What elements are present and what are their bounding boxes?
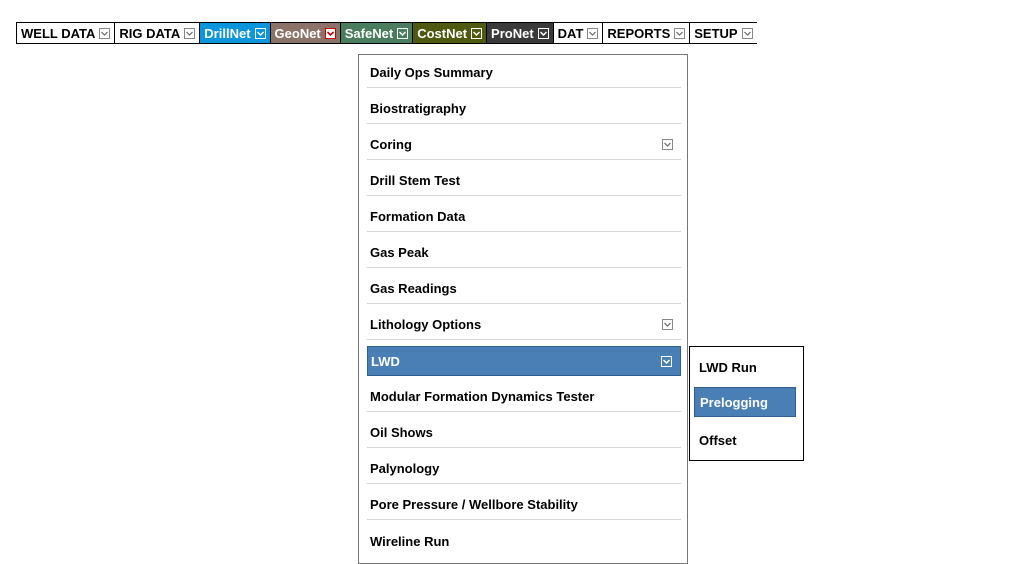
tab-pronet-label: ProNet (491, 25, 534, 41)
tab-geonet-label: GeoNet (274, 25, 321, 41)
chevron-down-icon[interactable] (662, 139, 673, 150)
chevron-down-icon[interactable] (741, 27, 753, 39)
tab-costnet[interactable]: CostNet (413, 23, 488, 43)
tab-dat[interactable]: DAT (554, 23, 604, 43)
tab-drillnet[interactable]: DrillNet (200, 23, 271, 43)
menu-item-label: Palynology (370, 461, 440, 476)
tab-costnet-label: CostNet (417, 25, 468, 41)
menu-item-label: LWD (371, 353, 400, 369)
menu-item-label: Gas Peak (370, 245, 429, 260)
submenu-item-offset[interactable]: Offset (694, 425, 796, 455)
submenu-item-prelogging[interactable]: Prelogging (694, 387, 796, 417)
menu-item-daily-ops-summary[interactable]: Daily Ops Summary (367, 58, 681, 88)
submenu-item-lwd-run[interactable]: LWD Run (694, 352, 796, 382)
chevron-down-icon[interactable] (537, 27, 549, 39)
chevron-down-icon[interactable] (99, 27, 111, 39)
tab-safenet-label: SafeNet (344, 25, 394, 41)
menu-item-lwd[interactable]: LWD (367, 346, 681, 376)
chevron-down-icon[interactable] (662, 319, 673, 330)
tab-setup-label: SETUP (694, 25, 738, 41)
menu-item-label: Formation Data (370, 209, 466, 224)
chevron-down-icon[interactable] (674, 27, 686, 39)
geonet-dropdown-menu: Daily Ops Summary Biostratigraphy Coring… (358, 54, 688, 564)
tab-geonet[interactable]: GeoNet (270, 23, 341, 43)
menu-item-label: Drill Stem Test (370, 173, 461, 188)
menu-item-label: Daily Ops Summary (370, 65, 493, 80)
menu-item-gas-peak[interactable]: Gas Peak (367, 238, 681, 268)
tab-drillnet-label: DrillNet (204, 25, 251, 41)
tab-rig-data-label: RIG DATA (119, 25, 181, 41)
submenu-item-label: Prelogging (700, 394, 768, 410)
menu-item-lithology-options[interactable]: Lithology Options (367, 310, 681, 340)
tab-reports[interactable]: REPORTS (603, 23, 691, 43)
menu-item-label: Lithology Options (370, 317, 482, 332)
menu-item-label: Coring (370, 137, 412, 152)
tab-well-data-label: WELL DATA (21, 25, 96, 41)
menu-item-biostratigraphy[interactable]: Biostratigraphy (367, 94, 681, 124)
chevron-down-icon[interactable] (184, 27, 196, 39)
tab-reports-label: REPORTS (607, 25, 671, 41)
tab-rig-data[interactable]: RIG DATA (115, 23, 201, 43)
chevron-down-icon[interactable] (661, 355, 672, 367)
menu-item-label: Modular Formation Dynamics Tester (370, 389, 595, 404)
menu-item-modular-formation-dynamics-tester[interactable]: Modular Formation Dynamics Tester (367, 382, 681, 412)
menu-item-formation-data[interactable]: Formation Data (367, 202, 681, 232)
chevron-down-icon[interactable] (471, 27, 483, 39)
tab-pronet[interactable]: ProNet (487, 23, 554, 43)
lwd-submenu: LWD Run Prelogging Offset (689, 346, 804, 461)
chevron-down-icon[interactable] (397, 27, 409, 39)
submenu-item-label: Offset (699, 432, 737, 448)
top-menu-bar: WELL DATA RIG DATA DrillNet GeoNet SafeN… (16, 22, 757, 44)
menu-item-oil-shows[interactable]: Oil Shows (367, 418, 681, 448)
tab-safenet[interactable]: SafeNet (340, 23, 414, 43)
menu-item-label: Oil Shows (370, 425, 433, 440)
menu-item-label: Biostratigraphy (370, 101, 467, 116)
menu-item-palynology[interactable]: Palynology (367, 454, 681, 484)
menu-item-drill-stem-test[interactable]: Drill Stem Test (367, 166, 681, 196)
menu-item-label: Pore Pressure / Wellbore Stability (370, 497, 578, 512)
menu-item-label: Wireline Run (370, 533, 450, 549)
submenu-item-label: LWD Run (699, 359, 757, 375)
chevron-down-icon[interactable] (587, 27, 599, 39)
menu-item-wireline-run[interactable]: Wireline Run (367, 526, 681, 556)
tab-well-data[interactable]: WELL DATA (17, 23, 116, 43)
menu-item-gas-readings[interactable]: Gas Readings (367, 274, 681, 304)
chevron-down-icon[interactable] (254, 27, 266, 39)
menu-item-label: Gas Readings (370, 281, 457, 296)
menu-item-coring[interactable]: Coring (367, 130, 681, 160)
menu-item-pore-pressure-wellbore-stability[interactable]: Pore Pressure / Wellbore Stability (367, 490, 681, 520)
chevron-down-icon[interactable] (324, 27, 336, 39)
tab-dat-label: DAT (557, 25, 584, 41)
tab-setup[interactable]: SETUP (690, 23, 756, 43)
